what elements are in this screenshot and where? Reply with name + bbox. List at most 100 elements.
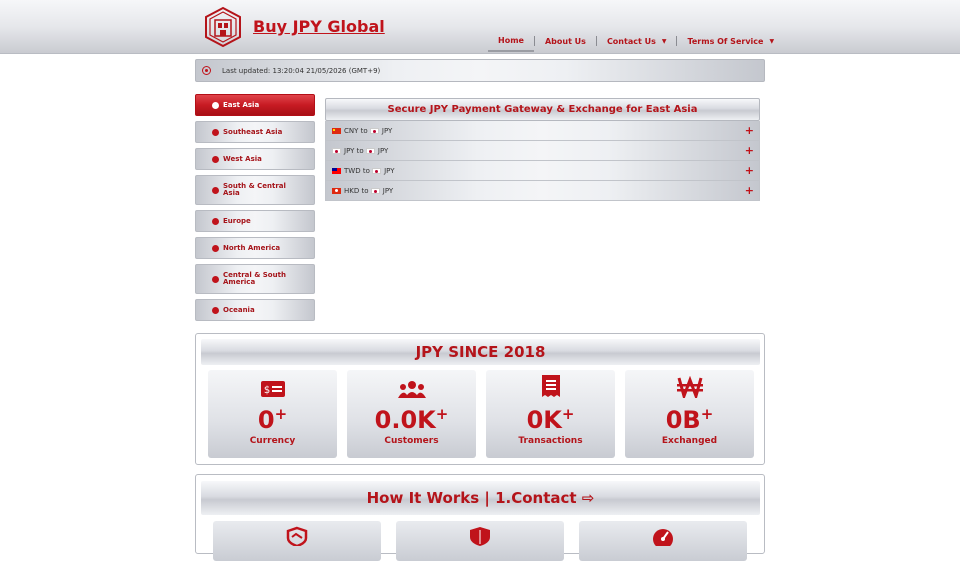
- japan-flag-icon: [369, 127, 379, 134]
- plus-icon[interactable]: +: [745, 184, 754, 197]
- sidebar-item-label: Oceania: [223, 305, 255, 314]
- sidebar-item-label: East Asia: [223, 100, 260, 109]
- brand-name[interactable]: Buy JPY Global: [253, 17, 385, 36]
- sidebar-item-west-asia[interactable]: West Asia: [195, 148, 315, 170]
- to-connector: to: [362, 166, 370, 175]
- main-nav: Home About Us Contact Us ▼ Terms Of Servi…: [488, 30, 784, 52]
- accordion-row-twd-jpy[interactable]: TWD to JPY +: [325, 161, 760, 181]
- china-flag-icon: [332, 127, 341, 134]
- won-sign-icon: [625, 376, 754, 398]
- stat-suffix: +: [274, 405, 288, 423]
- stat-label: Currency: [249, 436, 296, 446]
- svg-text:$: $: [263, 385, 269, 396]
- plus-icon[interactable]: +: [745, 164, 754, 177]
- stat-value: 0.0K+: [347, 400, 476, 434]
- accordion-row-cny-jpy[interactable]: CNY to JPY +: [325, 121, 760, 141]
- stat-card-currency: $ 0+ Currency: [208, 370, 337, 458]
- japan-flag-icon: [370, 187, 380, 194]
- sidebar-item-central-south-america[interactable]: Central & South America: [195, 264, 315, 294]
- globe-icon: [212, 244, 219, 252]
- sidebar-item-label: South & Central Asia: [223, 182, 286, 197]
- stat-label: Exchanged: [661, 436, 718, 446]
- how-it-works-title: How It Works | 1.Contact ⇨: [201, 481, 760, 515]
- clock-icon: [202, 66, 211, 75]
- sidebar-item-label: Central & South America: [223, 271, 286, 286]
- sidebar-item-south-central-asia[interactable]: South & Central Asia: [195, 175, 315, 205]
- from-currency: CNY: [344, 126, 359, 135]
- stat-suffix: +: [700, 405, 714, 423]
- globe-icon: [212, 128, 219, 136]
- stat-card-transactions: 0K+ Transactions: [486, 370, 615, 458]
- stat-label: Customers: [384, 436, 439, 446]
- region-sidebar: East Asia Southeast Asia West Asia South…: [195, 94, 315, 326]
- how-it-works-section: How It Works | 1.Contact ⇨: [195, 474, 765, 561]
- to-connector: to: [361, 186, 369, 195]
- sidebar-item-label: Europe: [223, 216, 251, 225]
- globe-icon: [212, 217, 219, 225]
- building-logo-icon[interactable]: [203, 6, 243, 48]
- panel-title: Secure JPY Payment Gateway & Exchange fo…: [325, 98, 760, 121]
- site-header: Buy JPY Global Home About Us Contact Us ▼…: [0, 0, 960, 54]
- stat-number: 0: [257, 406, 275, 434]
- stat-suffix: +: [435, 405, 449, 423]
- stat-number: 0K: [526, 406, 562, 434]
- sidebar-item-east-asia[interactable]: East Asia: [195, 94, 315, 116]
- to-connector: to: [360, 126, 368, 135]
- stat-number: 0.0K: [374, 406, 436, 434]
- chevron-down-icon: ▼: [769, 37, 775, 45]
- accordion-row-jpy-jpy[interactable]: JPY to JPY +: [325, 141, 760, 161]
- from-currency: HKD: [344, 186, 360, 195]
- from-currency: TWD: [344, 166, 361, 175]
- how-card: [396, 521, 564, 561]
- nav-contact-us[interactable]: Contact Us ▼: [597, 30, 677, 52]
- last-updated-text: Last updated: 13:20:04 21/05/2026 (GMT+9…: [222, 66, 381, 75]
- from-currency: JPY: [344, 146, 355, 155]
- sidebar-item-oceania[interactable]: Oceania: [195, 299, 315, 321]
- globe-icon: [212, 101, 219, 109]
- money-bill-icon: $: [208, 376, 337, 398]
- sidebar-item-north-america[interactable]: North America: [195, 237, 315, 259]
- to-currency: JPY: [382, 186, 394, 195]
- gauge-icon: [653, 529, 673, 546]
- hong-kong-flag-icon: [332, 187, 341, 194]
- to-currency: JPY: [384, 166, 395, 175]
- nav-about-label: About Us: [544, 36, 586, 46]
- currency-panel: Secure JPY Payment Gateway & Exchange fo…: [325, 98, 760, 201]
- sidebar-item-europe[interactable]: Europe: [195, 210, 315, 232]
- sidebar-item-label: Southeast Asia: [223, 127, 283, 136]
- nav-terms-of-service[interactable]: Terms Of Service ▼: [677, 30, 784, 52]
- japan-flag-icon: [372, 167, 382, 174]
- how-card: [213, 521, 381, 561]
- taiwan-flag-icon: [332, 167, 341, 174]
- globe-icon: [212, 186, 219, 194]
- globe-icon: [212, 306, 219, 314]
- nav-home[interactable]: Home: [488, 30, 534, 52]
- nav-terms-label: Terms Of Service: [687, 36, 764, 46]
- nav-about-us[interactable]: About Us: [535, 30, 596, 52]
- stat-value: 0K+: [486, 400, 615, 434]
- sidebar-item-label: West Asia: [223, 154, 262, 163]
- stat-number: 0B: [665, 406, 701, 434]
- chevron-down-icon: ▼: [661, 37, 667, 45]
- to-connector: to: [356, 146, 364, 155]
- plus-icon[interactable]: +: [745, 144, 754, 157]
- stats-section: JPY SINCE 2018 $ 0+ Currency 0.0K+ Custo…: [195, 333, 765, 465]
- to-currency: JPY: [381, 126, 393, 135]
- how-card: [579, 521, 747, 561]
- stat-label: Transactions: [518, 436, 583, 446]
- accordion-row-hkd-jpy[interactable]: HKD to JPY +: [325, 181, 760, 201]
- users-icon: [347, 376, 476, 398]
- to-currency: JPY: [377, 146, 389, 155]
- handshake-shield-icon: [286, 526, 308, 546]
- sidebar-item-southeast-asia[interactable]: Southeast Asia: [195, 121, 315, 143]
- japan-flag-icon: [365, 147, 375, 154]
- stat-value: 0B+: [625, 400, 754, 434]
- receipt-icon: [486, 375, 615, 398]
- stat-card-exchanged: 0B+ Exchanged: [625, 370, 754, 458]
- globe-icon: [212, 275, 219, 283]
- sidebar-item-label: North America: [223, 243, 281, 252]
- nav-contact-label: Contact Us: [606, 36, 656, 46]
- globe-icon: [212, 155, 219, 163]
- plus-icon[interactable]: +: [745, 124, 754, 137]
- shield-icon: [470, 527, 490, 546]
